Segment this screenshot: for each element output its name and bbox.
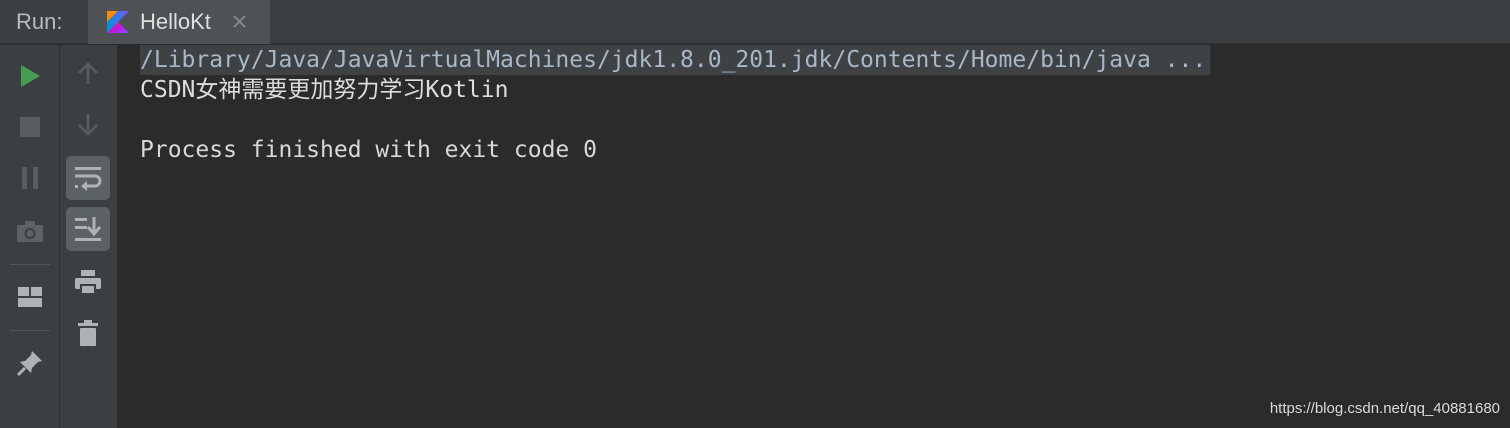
console-line-exit: Process finished with exit code 0 xyxy=(140,137,597,163)
scroll-to-end-icon xyxy=(75,217,102,241)
run-tool-window: Run: HelloKt /Library/Java/JavaVirtualMa… xyxy=(0,0,1510,428)
close-icon[interactable] xyxy=(230,10,250,32)
previous-occurrence-button[interactable] xyxy=(66,51,110,95)
restore-layout-button[interactable] xyxy=(8,275,52,319)
arrow-up-icon xyxy=(78,62,98,84)
stop-button[interactable] xyxy=(8,105,52,149)
tab-hellokt[interactable]: HelloKt xyxy=(88,0,270,44)
arrow-down-icon xyxy=(78,114,98,136)
console-line-output: CSDN女神需要更加努力学习Kotlin xyxy=(140,77,509,103)
print-icon xyxy=(75,270,101,295)
kotlin-icon xyxy=(107,11,129,33)
camera-icon xyxy=(17,221,43,242)
pin-tab-button[interactable] xyxy=(8,341,52,385)
soft-wrap-icon xyxy=(75,167,102,191)
run-label: Run: xyxy=(16,9,63,34)
rerun-button[interactable] xyxy=(8,54,52,98)
clear-all-button[interactable] xyxy=(66,311,110,355)
toolbar-separator xyxy=(10,264,50,265)
console-actions-toolbar xyxy=(60,45,118,428)
stop-icon xyxy=(20,117,40,137)
dump-threads-button[interactable] xyxy=(8,209,52,253)
tab-label: HelloKt xyxy=(140,9,211,34)
scroll-to-end-button[interactable] xyxy=(66,207,110,251)
soft-wrap-button[interactable] xyxy=(66,156,110,200)
trash-icon xyxy=(78,320,98,346)
pause-icon xyxy=(22,167,38,189)
layout-icon xyxy=(18,287,42,307)
pause-button[interactable] xyxy=(8,156,52,200)
pin-icon xyxy=(16,351,42,377)
console-output[interactable]: /Library/Java/JavaVirtualMachines/jdk1.8… xyxy=(118,45,1510,428)
watermark: https://blog.csdn.net/qq_40881680 xyxy=(1269,400,1500,417)
run-header: Run: HelloKt xyxy=(0,0,1510,44)
console-line-command[interactable]: /Library/Java/JavaVirtualMachines/jdk1.8… xyxy=(140,45,1211,75)
run-icon xyxy=(21,65,40,87)
print-button[interactable] xyxy=(66,260,110,304)
next-occurrence-button[interactable] xyxy=(66,103,110,147)
toolbar-separator xyxy=(10,330,50,331)
run-actions-toolbar xyxy=(0,45,60,428)
